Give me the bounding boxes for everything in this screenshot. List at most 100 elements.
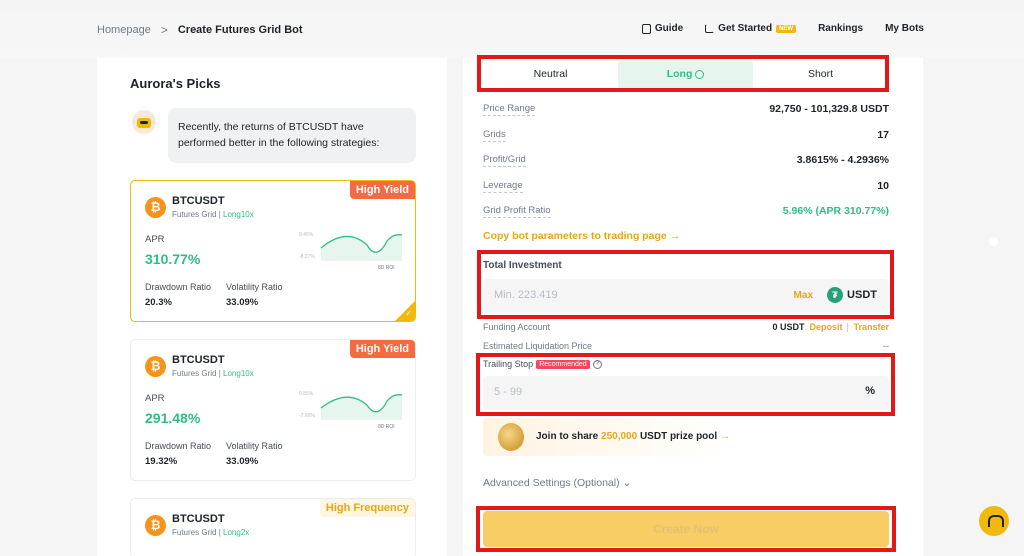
transfer-link[interactable]: Transfer <box>853 322 889 332</box>
card-badge: High Frequency <box>319 499 415 517</box>
get-started-link[interactable]: Get Started NEW <box>705 23 797 34</box>
breadcrumb-separator: > <box>160 23 168 37</box>
question-icon[interactable]: ? <box>592 359 602 369</box>
strategy-card[interactable]: ₿ BTCUSDT Futures Grid | Long10x High Yi… <box>130 180 416 322</box>
grid-profit-label: Grid Profit Ratio <box>483 205 551 218</box>
usdt-icon: ₮ <box>827 287 844 303</box>
apr-value: 310.77% <box>145 251 201 267</box>
drawdown-label: Drawdown Ratio <box>145 441 212 451</box>
trailing-stop-placeholder: 5 - 99 <box>494 386 523 398</box>
card-subtitle: Futures Grid | Long10x <box>172 210 254 219</box>
apr-label: APR <box>145 393 165 404</box>
investment-placeholder: Min. 223.419 <box>494 289 558 301</box>
picks-title: Aurora's Picks <box>130 76 221 91</box>
grid-profit-value: 5.96% (APR 310.77%) <box>782 205 889 217</box>
volatility-value: 33.09% <box>226 456 259 467</box>
direction-tabs: Neutral Long Short <box>483 61 888 89</box>
btc-icon: ₿ <box>145 197 166 218</box>
currency-label: USDT <box>847 289 877 301</box>
roi-sparkline: 9.45% -8.27% 8D ROI <box>299 232 403 271</box>
profit-row: Profit/Grid 3.8615% - 4.2936% <box>483 154 889 167</box>
external-link-icon <box>705 24 715 33</box>
roi-sparkline: 9.85% -7.66% 8D ROI <box>299 391 403 430</box>
assistant-avatar <box>132 110 156 134</box>
apr-label: APR <box>145 234 165 245</box>
check-icon: ✓ <box>405 309 412 318</box>
grids-row: Grids 17 <box>483 129 889 142</box>
breadcrumb-current: Create Futures Grid Bot <box>177 24 303 36</box>
copy-params-link[interactable]: Copy bot parameters to trading page → <box>483 230 680 242</box>
picks-panel: Aurora's Picks Recently, the returns of … <box>97 58 447 556</box>
volatility-value: 33.09% <box>226 297 259 308</box>
prize-pool-text: Join to share 250,000 USDT prize pool → <box>536 431 730 442</box>
funding-balance: 0 USDT <box>772 322 805 332</box>
guide-link[interactable]: Guide <box>641 23 684 34</box>
roi-label: 8D ROI <box>378 424 395 430</box>
guide-label: Guide <box>654 23 684 34</box>
leverage-value: 10 <box>877 180 889 192</box>
volatility-label: Volatility Ratio <box>226 441 283 451</box>
get-started-label: Get Started <box>718 23 773 34</box>
max-button[interactable]: Max <box>794 290 813 301</box>
investment-input[interactable]: Min. 223.419 Max ₮ USDT <box>483 279 889 313</box>
assistant-message: Recently, the returns of BTCUSDT have pe… <box>168 108 416 163</box>
tab-neutral[interactable]: Neutral <box>483 61 618 89</box>
info-icon <box>695 69 705 79</box>
recommended-badge: Recommended <box>536 359 590 369</box>
divider <box>847 322 849 332</box>
breadcrumb-home-link[interactable]: Homepage <box>97 24 151 36</box>
card-symbol: BTCUSDT <box>172 195 225 207</box>
profit-label: Profit/Grid <box>483 154 526 167</box>
price-range-label: Price Range <box>483 103 536 116</box>
spark-high-label: 9.45% <box>299 232 314 238</box>
card-symbol: BTCUSDT <box>172 354 225 366</box>
spark-high-label: 9.85% <box>299 391 314 397</box>
tab-long-label: Long <box>666 68 693 80</box>
card-subtitle: Futures Grid | Long2x <box>172 528 250 537</box>
tab-long[interactable]: Long <box>618 61 753 89</box>
strategy-card[interactable]: ₿ BTCUSDT Futures Grid | Long2x High Fre… <box>130 498 416 556</box>
drawdown-label: Drawdown Ratio <box>145 282 212 292</box>
advanced-settings-toggle[interactable]: Advanced Settings (Optional) ⌄ <box>483 477 631 489</box>
my-bots-link[interactable]: My Bots <box>885 23 924 34</box>
spark-low-label: -7.66% <box>299 413 315 419</box>
card-badge: High Yield <box>349 340 415 358</box>
floating-dot <box>989 237 998 246</box>
create-now-button[interactable]: Create Now <box>483 511 889 547</box>
apr-value: 291.48% <box>145 410 201 426</box>
funding-account-row: Funding Account 0 USDT Deposit Transfer <box>483 322 889 332</box>
tab-short[interactable]: Short <box>753 61 888 89</box>
trailing-stop-header: Trailing Stop Recommended ? <box>483 359 602 369</box>
drawdown-value: 20.3% <box>145 297 172 308</box>
book-icon <box>641 23 651 34</box>
liquidation-label: Estimated Liquidation Price <box>483 341 593 351</box>
card-subtitle: Futures Grid | Long10x <box>172 369 254 378</box>
percent-unit: % <box>865 385 875 397</box>
roi-label: 8D ROI <box>378 265 395 271</box>
rankings-link[interactable]: Rankings <box>818 23 863 34</box>
btc-icon: ₿ <box>145 515 166 536</box>
btc-icon: ₿ <box>145 356 166 377</box>
liquidation-row: Estimated Liquidation Price -- <box>483 341 889 351</box>
bot-form-panel: Neutral Long Short Price Range 92,750 - 1… <box>463 58 923 556</box>
prize-pool-banner[interactable]: Join to share 250,000 USDT prize pool → <box>483 418 889 456</box>
trailing-stop-input[interactable]: 5 - 99 % <box>483 376 889 410</box>
deposit-link[interactable]: Deposit <box>809 322 842 332</box>
card-badge: High Yield <box>349 181 415 199</box>
top-nav: Guide Get Started NEW Rankings My Bots <box>641 23 924 34</box>
leverage-row: Leverage 10 <box>483 180 889 193</box>
strategy-card[interactable]: ₿ BTCUSDT Futures Grid | Long10x High Yi… <box>130 339 416 481</box>
liquidation-value: -- <box>883 341 889 351</box>
volatility-label: Volatility Ratio <box>226 282 283 292</box>
breadcrumb: Homepage > Create Futures Grid Bot <box>97 23 303 37</box>
price-range-value: 92,750 - 101,329.8 USDT <box>769 103 889 115</box>
price-range-row: Price Range 92,750 - 101,329.8 USDT <box>483 103 889 116</box>
currency-select[interactable]: ₮ USDT <box>827 287 877 303</box>
support-headset-icon[interactable] <box>979 506 1009 536</box>
grids-label: Grids <box>483 129 506 142</box>
profit-value: 3.8615% - 4.2936% <box>796 154 889 166</box>
card-symbol: BTCUSDT <box>172 513 225 525</box>
new-badge: NEW <box>776 24 797 33</box>
drawdown-value: 19.32% <box>145 456 178 467</box>
leverage-label: Leverage <box>483 180 523 193</box>
